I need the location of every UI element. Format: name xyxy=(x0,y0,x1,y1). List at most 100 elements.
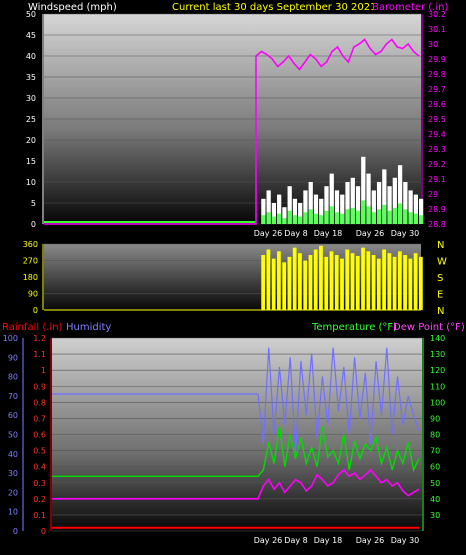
barometer-tick-label: 29 xyxy=(428,190,438,199)
rainfall-tick-label: 0.9 xyxy=(33,382,46,391)
barometer-tick-label: 29.7 xyxy=(428,85,446,94)
direction-bar xyxy=(329,251,334,310)
temperature-tick-label: 50 xyxy=(430,479,440,488)
humidity-tick-label: 40 xyxy=(8,450,18,459)
gust-bar xyxy=(324,210,329,224)
rainfall-tick-label: 0.6 xyxy=(33,431,46,440)
direction-bar xyxy=(382,249,386,310)
gust-bar xyxy=(340,213,345,224)
windspeed-ticks: 0 5 10 15 20 25 30 35 40 45 50 xyxy=(26,10,36,229)
windspeed-tick-label: 0 xyxy=(31,220,36,229)
humidity-tick-label: 90 xyxy=(8,353,18,362)
barometer-tick-label: 29.2 xyxy=(428,160,446,169)
gust-bar xyxy=(277,213,282,224)
direction-bar xyxy=(271,258,276,310)
rainfall-tick-label: 0.8 xyxy=(33,398,46,407)
compass-labels: NWSEN xyxy=(437,240,447,317)
direction-ticks: 0 90 180 270 360 xyxy=(23,240,38,315)
windspeed-tick-label: 40 xyxy=(26,52,36,61)
gust-bar xyxy=(382,204,387,224)
direction-tick-label: 360 xyxy=(23,240,38,249)
windspeed-tick-label: 45 xyxy=(26,31,36,40)
x-tick-label: Day 26 xyxy=(356,229,385,238)
gust-bar xyxy=(392,207,397,224)
direction-bar xyxy=(371,255,376,310)
rainfall-tick-label: 1.2 xyxy=(33,334,46,343)
legend-rainfall: Rainfall (.in) xyxy=(2,322,63,333)
direction-bar xyxy=(355,255,360,310)
rainfall-tick-label: 1 xyxy=(41,366,46,375)
rainfall-tick-label: 0 xyxy=(41,527,46,536)
x-tick-label: Day 18 xyxy=(314,229,343,238)
gust-bar xyxy=(308,209,313,224)
rainfall-tick-label: 1.1 xyxy=(33,350,46,359)
barometer-tick-label: 29.4 xyxy=(428,130,446,139)
barometer-tick-label: 29.5 xyxy=(428,115,446,124)
temperature-tick-label: 100 xyxy=(430,398,445,407)
windspeed-tick-label: 25 xyxy=(26,115,36,124)
gust-bar xyxy=(397,203,403,224)
barometer-tick-label: 29.8 xyxy=(428,70,446,79)
barometer-tick-label: 29.6 xyxy=(428,100,446,109)
humidity-tick-label: 100 xyxy=(3,334,18,343)
windspeed-tick-label: 15 xyxy=(26,157,36,166)
temperature-ticks: 30 40 50 60 70 80 90 100 110 120 130 140 xyxy=(430,334,445,520)
direction-bar xyxy=(324,256,329,310)
barometer-tick-label: 30.2 xyxy=(428,10,446,19)
windspeed-tick-label: 35 xyxy=(26,73,36,82)
chart-title: Current last 30 days September 30 2021 xyxy=(172,2,376,13)
temperature-tick-label: 80 xyxy=(430,431,440,440)
temperature-tick-label: 70 xyxy=(430,447,440,456)
gust-bar xyxy=(298,216,303,224)
barometer-tick-label: 29.3 xyxy=(428,145,446,154)
gust-bar xyxy=(408,212,413,224)
direction-bar xyxy=(319,245,323,310)
direction-bar xyxy=(334,255,339,310)
gust-bar xyxy=(345,209,350,224)
gust-bar xyxy=(261,215,266,224)
gust-bar xyxy=(303,212,308,224)
direction-bar xyxy=(403,255,407,310)
gust-bar xyxy=(403,209,408,224)
direction-bar xyxy=(345,249,350,310)
barometer-tick-label: 29.9 xyxy=(428,55,446,64)
direction-bar xyxy=(282,262,287,310)
temperature-tick-label: 120 xyxy=(430,366,445,375)
gust-bar xyxy=(287,210,292,224)
rainfall-tick-label: 0.1 xyxy=(33,511,46,520)
direction-bar xyxy=(303,260,308,310)
humidity-tick-label: 50 xyxy=(8,431,18,440)
gust-bar xyxy=(334,212,340,224)
direction-bar xyxy=(361,247,365,310)
gust-bar xyxy=(313,213,319,224)
direction-bar xyxy=(287,256,292,310)
rainfall-tick-label: 0.3 xyxy=(33,479,46,488)
compass-label: E xyxy=(437,290,443,301)
temperature-tick-label: 30 xyxy=(430,511,440,520)
x-tick-label: Day 18 xyxy=(314,536,343,545)
direction-bar xyxy=(376,258,381,310)
barometer-ticks: 28.8 28.9 29 29.1 29.2 29.3 29.4 29.5 29.6 29.7 29… xyxy=(428,10,446,229)
gust-bar xyxy=(413,213,418,224)
direction-bar xyxy=(419,256,423,310)
humidity-tick-label: 20 xyxy=(8,488,18,497)
direction-bar xyxy=(340,258,344,310)
humidity-tick-label: 60 xyxy=(8,411,18,420)
barometer-tick-label: 30.1 xyxy=(428,25,446,34)
humidity-tick-label: 30 xyxy=(8,469,18,478)
direction-bar xyxy=(397,251,402,310)
x-tick-label: Day 8 xyxy=(284,229,307,238)
rainfall-tick-label: 0.2 xyxy=(33,495,46,504)
barometer-tick-label: 28.8 xyxy=(428,220,446,229)
gust-bar xyxy=(387,210,392,224)
gust-bar xyxy=(271,216,277,224)
barometer-tick-label: 28.9 xyxy=(428,205,446,214)
rainfall-tick-label: 0.7 xyxy=(33,414,46,423)
humidity-ticks: 0 10 20 30 40 50 60 70 80 90 100 xyxy=(3,334,18,536)
legend-dewpoint: Dew Point (°F) xyxy=(393,322,465,333)
gust-bar xyxy=(350,207,355,224)
direction-bar xyxy=(408,258,413,310)
temperature-tick-label: 140 xyxy=(430,334,445,343)
compass-label: N xyxy=(437,306,444,317)
direction-bar xyxy=(413,253,418,310)
